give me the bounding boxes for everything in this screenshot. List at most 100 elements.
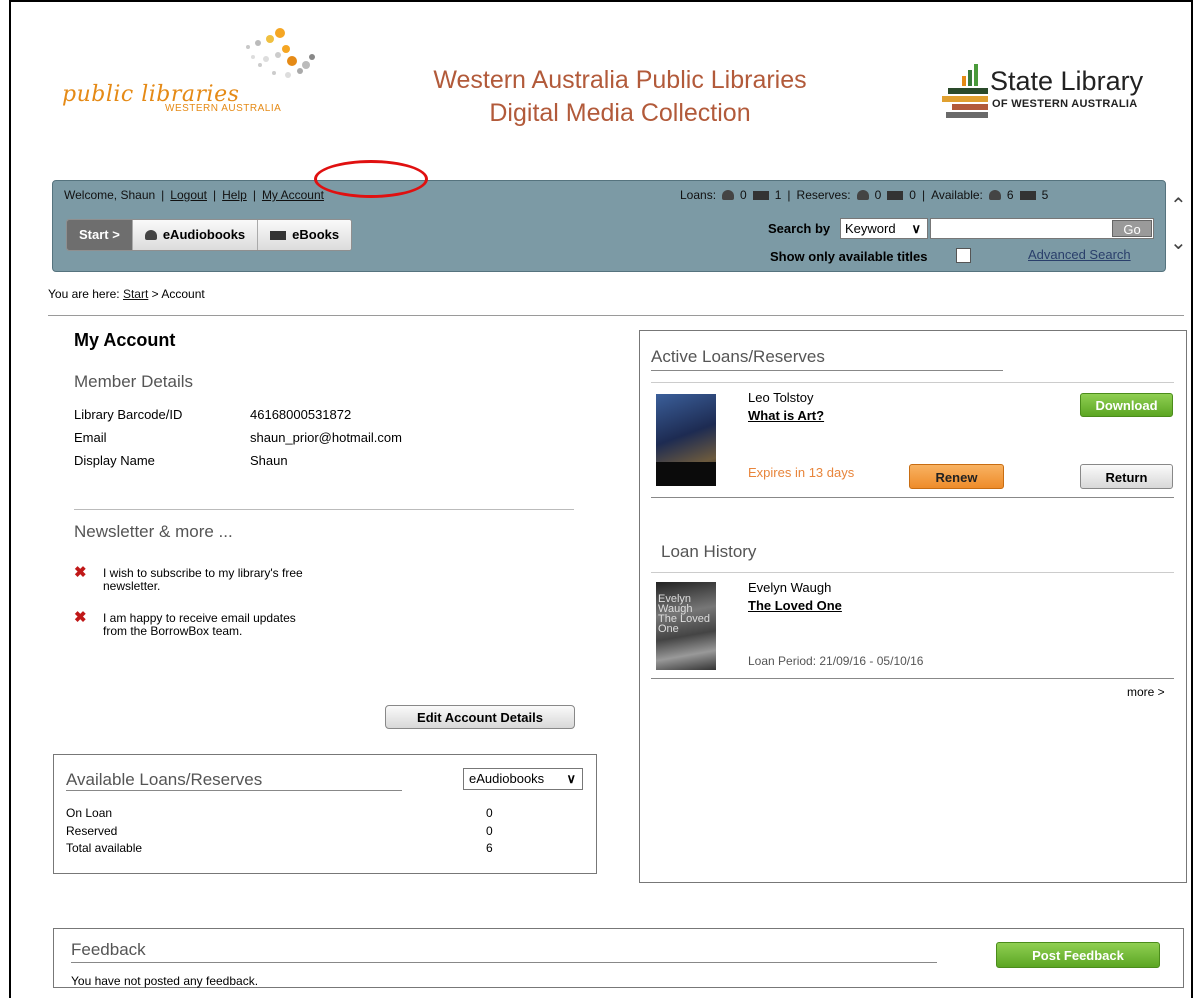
tab-start-label: Start > [79, 227, 120, 242]
book-icon [752, 190, 769, 200]
loan-stats: Loans: 0 1 | Reserves: 0 0 | Available: … [680, 188, 1048, 202]
chevron-down-icon: ∨ [911, 221, 921, 236]
reserved-value: 0 [486, 824, 493, 838]
total-available-value: 6 [486, 841, 493, 855]
search-by-label: Search by [768, 221, 831, 236]
search-by-value: Keyword [845, 221, 896, 236]
book-icon [887, 190, 904, 200]
breadcrumb: You are here: Start > Account [48, 287, 205, 301]
book-cover[interactable]: Evelyn Waugh The Loved One [656, 582, 716, 670]
breadcrumb-start-link[interactable]: Start [123, 287, 148, 301]
reserves-ebook-count: 0 [909, 188, 916, 202]
newsletter-option: I wish to subscribe to my library's free… [103, 567, 373, 593]
email-updates-option: I am happy to receive email updates from… [103, 612, 373, 638]
reserves-audio-count: 0 [874, 188, 882, 202]
on-loan-label: On Loan [66, 806, 113, 820]
show-available-label: Show only available titles [770, 249, 928, 264]
active-loan-author: Leo Tolstoy [748, 390, 814, 405]
headphones-icon [722, 190, 735, 200]
tab-start[interactable]: Start > [67, 220, 133, 250]
display-name-value: Shaun [250, 453, 288, 468]
headphones-icon [988, 190, 1001, 200]
state-library-subtitle: OF WESTERN AUSTRALIA [992, 98, 1138, 110]
expiry-text: Expires in 13 days [748, 465, 855, 480]
newsletter-option-line2: newsletter. [103, 579, 161, 593]
book-icon [1019, 190, 1036, 200]
loan-period: Loan Period: 21/09/16 - 05/10/16 [748, 654, 924, 668]
go-button[interactable]: Go [1112, 220, 1152, 237]
active-loans-heading: Active Loans/Reserves [651, 347, 825, 366]
divider [651, 497, 1174, 498]
divider [48, 315, 1184, 316]
scroll-down-icon[interactable]: ⌄ [1170, 230, 1187, 255]
state-library-bars-icon [942, 64, 988, 118]
tab-eaudiobooks[interactable]: eAudiobooks [132, 220, 259, 250]
loans-label: Loans: [680, 188, 717, 202]
heading-underline [66, 790, 402, 791]
available-ebook-count: 5 [1041, 188, 1049, 202]
show-available-checkbox[interactable] [956, 248, 971, 263]
separator: | [787, 188, 791, 202]
barcode-label: Library Barcode/ID [74, 407, 183, 422]
feedback-heading: Feedback [71, 940, 146, 959]
scroll-up-icon[interactable]: ⌃ [1170, 193, 1187, 218]
chevron-down-icon: ∨ [566, 771, 576, 786]
my-account-link[interactable]: My Account [262, 188, 324, 202]
history-author: Evelyn Waugh [748, 580, 832, 595]
book-icon [270, 230, 287, 240]
logout-link[interactable]: Logout [170, 188, 207, 202]
breadcrumb-current: > Account [151, 287, 205, 301]
email-value: shaun_prior@hotmail.com [250, 430, 402, 445]
history-title-link[interactable]: The Loved One [748, 598, 842, 613]
tab-ebooks-label: eBooks [292, 227, 340, 242]
tab-eaudiobooks-label: eAudiobooks [162, 227, 246, 242]
media-type-value: eAudiobooks [469, 771, 545, 786]
separator: | [161, 188, 165, 202]
search-by-select[interactable]: Keyword ∨ [840, 218, 928, 239]
reserved-label: Reserved [66, 824, 118, 838]
divider [651, 678, 1174, 679]
separator: | [252, 188, 256, 202]
tab-ebooks[interactable]: eBooks [258, 220, 352, 250]
cross-icon[interactable]: ✖ [74, 563, 87, 581]
display-name-label: Display Name [74, 453, 155, 468]
cross-icon[interactable]: ✖ [74, 608, 87, 626]
on-loan-value: 0 [486, 806, 493, 820]
renew-button[interactable]: Renew [909, 464, 1004, 489]
newsletter-heading: Newsletter & more ... [74, 522, 233, 541]
return-button[interactable]: Return [1080, 464, 1173, 489]
loan-history-heading: Loan History [661, 542, 757, 561]
email-updates-line2: from the BorrowBox team. [103, 624, 243, 638]
main-tabs: Start > eAudiobooks eBooks [66, 219, 353, 251]
edit-account-button[interactable]: Edit Account Details [385, 705, 575, 729]
barcode-value: 46168000531872 [250, 407, 352, 422]
breadcrumb-prefix: You are here: [48, 287, 120, 301]
advanced-search-link[interactable]: Advanced Search [1028, 247, 1131, 262]
available-audio-count: 6 [1006, 188, 1014, 202]
post-feedback-button[interactable]: Post Feedback [996, 942, 1160, 968]
separator: | [921, 188, 926, 202]
loans-audio-count: 0 [740, 188, 747, 202]
more-link[interactable]: more > [1127, 685, 1165, 699]
site-title-line1: Western Australia Public Libraries [433, 66, 807, 94]
heading-underline [71, 962, 937, 963]
available-loans-heading: Available Loans/Reserves [66, 770, 263, 789]
feedback-text: You have not posted any feedback. [71, 974, 259, 988]
headphones-icon [856, 190, 869, 200]
site-title-line2: Digital Media Collection [489, 99, 751, 127]
book-cover-strip [656, 462, 716, 486]
user-links: Welcome, Shaun | Logout | Help | My Account [64, 188, 324, 202]
total-available-label: Total available [66, 841, 143, 855]
help-link[interactable]: Help [222, 188, 247, 202]
email-label: Email [74, 430, 107, 445]
page-title: My Account [74, 330, 176, 350]
public-libraries-subtitle: WESTERN AUSTRALIA [165, 103, 282, 114]
media-type-select[interactable]: eAudiobooks ∨ [463, 768, 583, 790]
download-button[interactable]: Download [1080, 393, 1173, 417]
divider [74, 509, 574, 510]
active-loan-title-link[interactable]: What is Art? [748, 408, 824, 423]
red-annotation-circle [314, 160, 428, 198]
headphones-icon [144, 230, 157, 240]
site-title: Western Australia Public Libraries Digit… [360, 64, 880, 130]
reserves-label: Reserves: [796, 188, 851, 202]
